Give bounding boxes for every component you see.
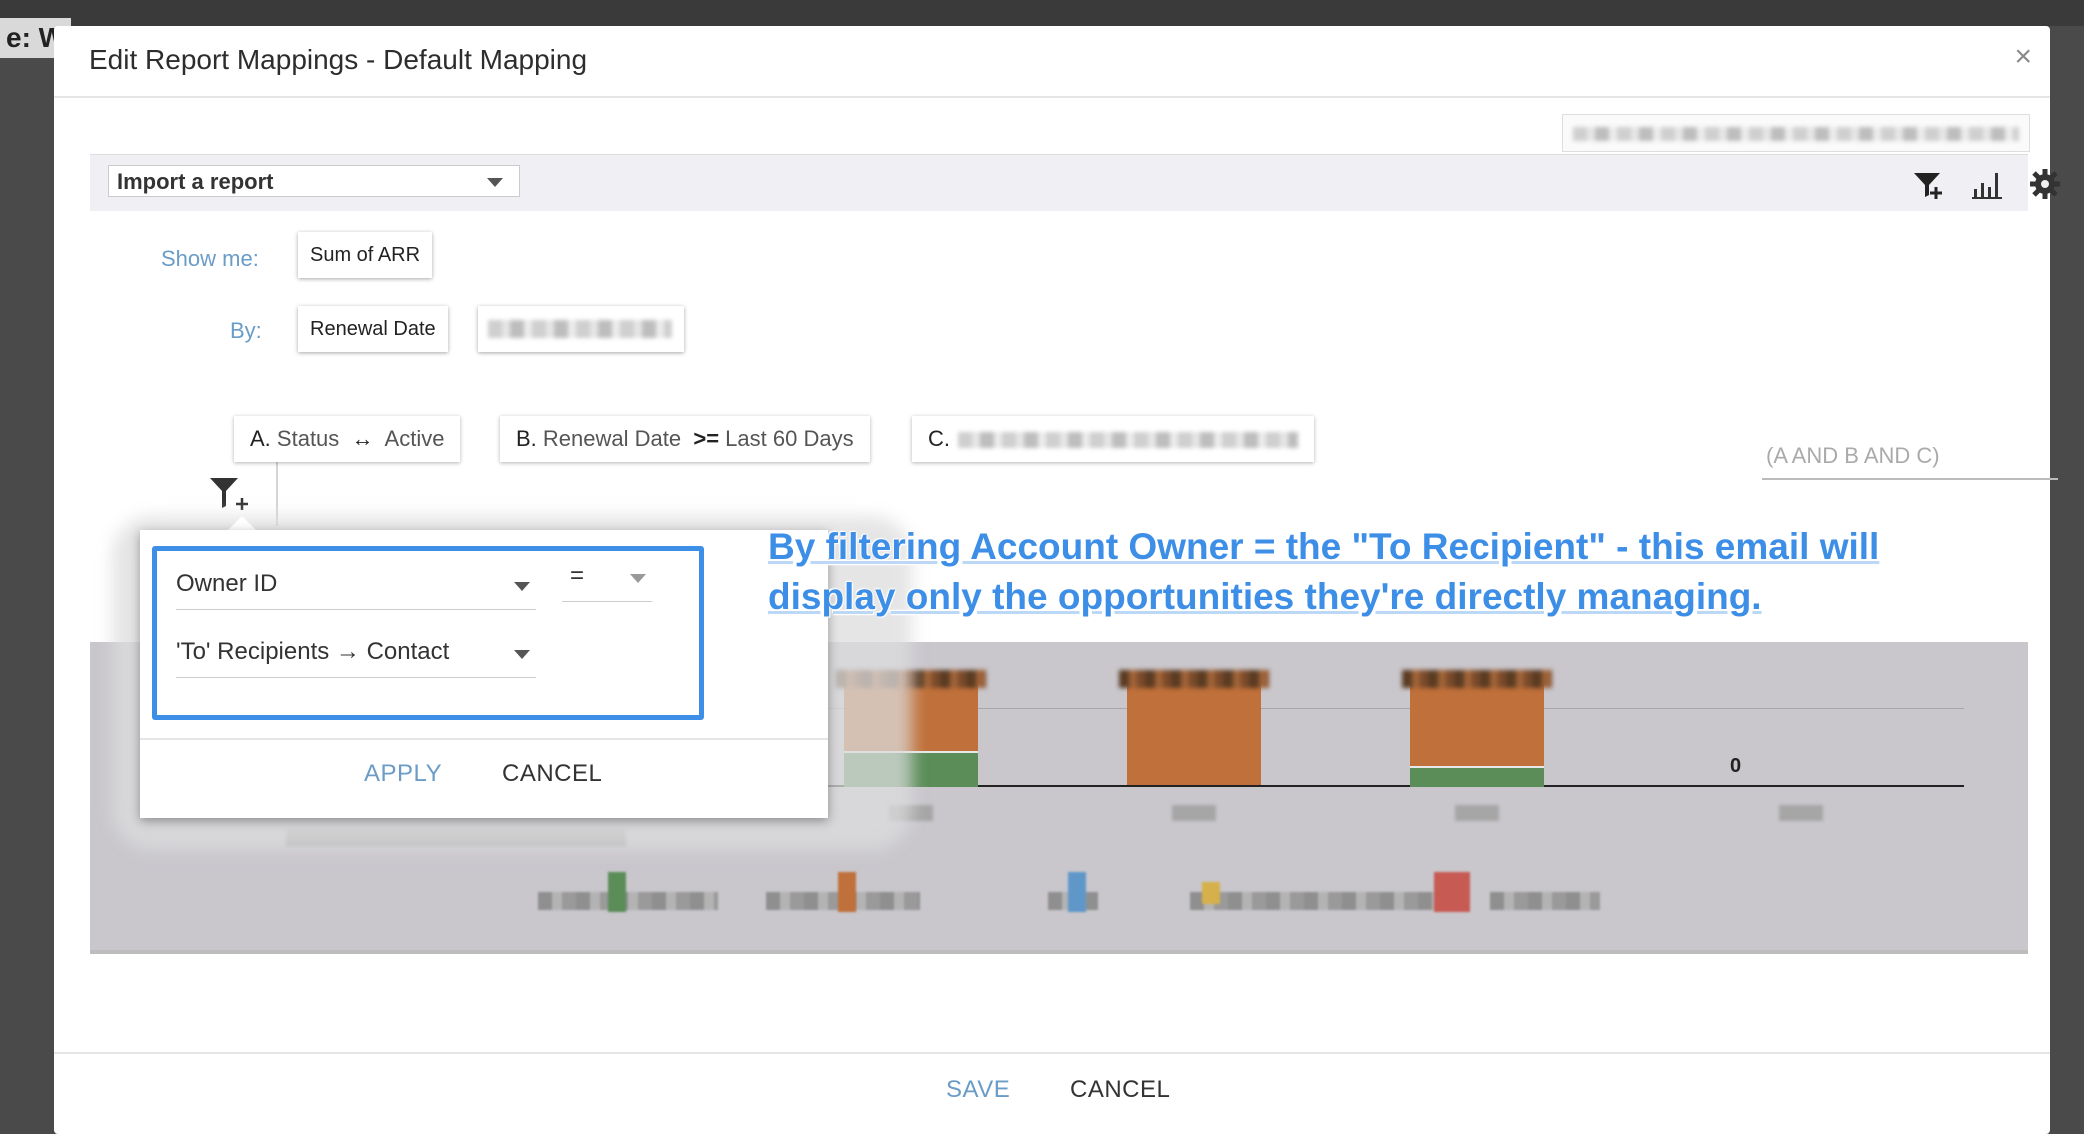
- modal-title: Edit Report Mappings - Default Mapping: [89, 44, 588, 75]
- redacted-text: [1573, 127, 2019, 141]
- redacted-bar-label: [1119, 670, 1269, 688]
- import-report-select[interactable]: Import a report: [108, 165, 520, 197]
- legend-item: [1190, 892, 1440, 910]
- filter-value-text: 'To' Recipients → Contact: [176, 638, 450, 665]
- annotation-line-2: display only the opportunities they're d…: [768, 576, 1762, 617]
- group-by-renewal-date[interactable]: Renewal Date: [298, 306, 448, 352]
- filter-value: Last 60 Days: [725, 426, 854, 451]
- legend-swatch: [1202, 882, 1220, 904]
- filter-editor-popover: Owner ID = 'To' Recipients → Contact APP…: [140, 530, 828, 818]
- filter-value: Active: [384, 426, 445, 451]
- bar-segment-orange[interactable]: [1410, 680, 1544, 767]
- filter-add-icon[interactable]: [208, 474, 252, 514]
- by-label: By:: [230, 318, 262, 343]
- redacted-tick-label: [1455, 805, 1499, 821]
- show-me-label: Show me:: [161, 246, 259, 271]
- show-me-measure[interactable]: Sum of ARR: [298, 232, 433, 278]
- gear-icon[interactable]: [2028, 167, 2062, 201]
- chevron-down-icon: [514, 582, 530, 591]
- annotation-callout: By filtering Account Owner = the "To Rec…: [768, 522, 2048, 622]
- legend-item: [1490, 892, 1600, 910]
- modal-header: Edit Report Mappings - Default Mapping ×: [54, 26, 2050, 98]
- edit-report-mappings-modal: Edit Report Mappings - Default Mapping ×…: [54, 26, 2060, 1134]
- legend-swatch: [1434, 872, 1470, 912]
- redacted-text: [488, 320, 672, 338]
- filter-chip-c[interactable]: C.: [912, 416, 1314, 462]
- bar-segment-orange[interactable]: [1127, 680, 1261, 785]
- bidirectional-arrow-icon: ↔: [351, 426, 374, 451]
- redacted-tick-label: [1779, 805, 1823, 821]
- filter-field-select[interactable]: Owner ID: [176, 558, 536, 610]
- group-by-redacted[interactable]: [478, 306, 684, 352]
- apply-button[interactable]: APPLY: [364, 760, 442, 788]
- background-topbar: [0, 0, 2084, 26]
- chevron-down-icon: [630, 574, 646, 583]
- chevron-down-icon: [514, 650, 530, 659]
- filter-chip-a[interactable]: A. Status ↔ Active: [234, 416, 461, 462]
- filter-operator: >=: [693, 426, 720, 451]
- chevron-down-icon: [487, 178, 503, 187]
- annotation-line-1: By filtering Account Owner = the "To Rec…: [768, 526, 1880, 567]
- filter-field: Renewal Date: [542, 426, 682, 451]
- import-report-label: Import a report: [117, 169, 274, 194]
- cancel-filter-button[interactable]: CANCEL: [502, 760, 602, 788]
- modal-footer-divider: [54, 1052, 2050, 1054]
- filter-operator-value: =: [570, 562, 585, 589]
- filter-add-icon[interactable]: [1912, 167, 1946, 201]
- legend-swatch: [608, 872, 626, 912]
- popover-divider: [140, 738, 828, 740]
- legend-swatch: [1068, 872, 1086, 912]
- legend-swatch: [838, 872, 856, 912]
- close-icon[interactable]: ×: [2014, 40, 2032, 74]
- filter-key: C.: [928, 426, 950, 451]
- filter-key: B.: [516, 426, 537, 451]
- filter-chip-b[interactable]: B. Renewal Date >= Last 60 Days: [500, 416, 870, 462]
- cancel-button[interactable]: CANCEL: [1070, 1076, 1170, 1104]
- redacted-tick-label: [1172, 805, 1216, 821]
- save-button[interactable]: SAVE: [946, 1076, 1010, 1104]
- filter-operator-select[interactable]: =: [562, 550, 652, 602]
- bar-data-label: 0: [1730, 755, 1742, 777]
- filter-value-select[interactable]: 'To' Recipients → Contact: [176, 626, 536, 678]
- redacted-text: [958, 432, 1298, 448]
- bar-segment-green[interactable]: [1410, 766, 1544, 787]
- filter-key: A.: [250, 426, 271, 451]
- chart-icon[interactable]: [1970, 167, 2004, 201]
- legend-item: [538, 892, 718, 910]
- report-toolbar: Import a report: [90, 154, 2060, 211]
- redacted-bar-label: [1402, 670, 1552, 688]
- filter-field: Status: [276, 426, 340, 451]
- filter-logic-input[interactable]: (A AND B AND C): [1762, 436, 2058, 480]
- filter-field-value: Owner ID: [176, 570, 278, 597]
- report-search-field[interactable]: [1562, 114, 2030, 152]
